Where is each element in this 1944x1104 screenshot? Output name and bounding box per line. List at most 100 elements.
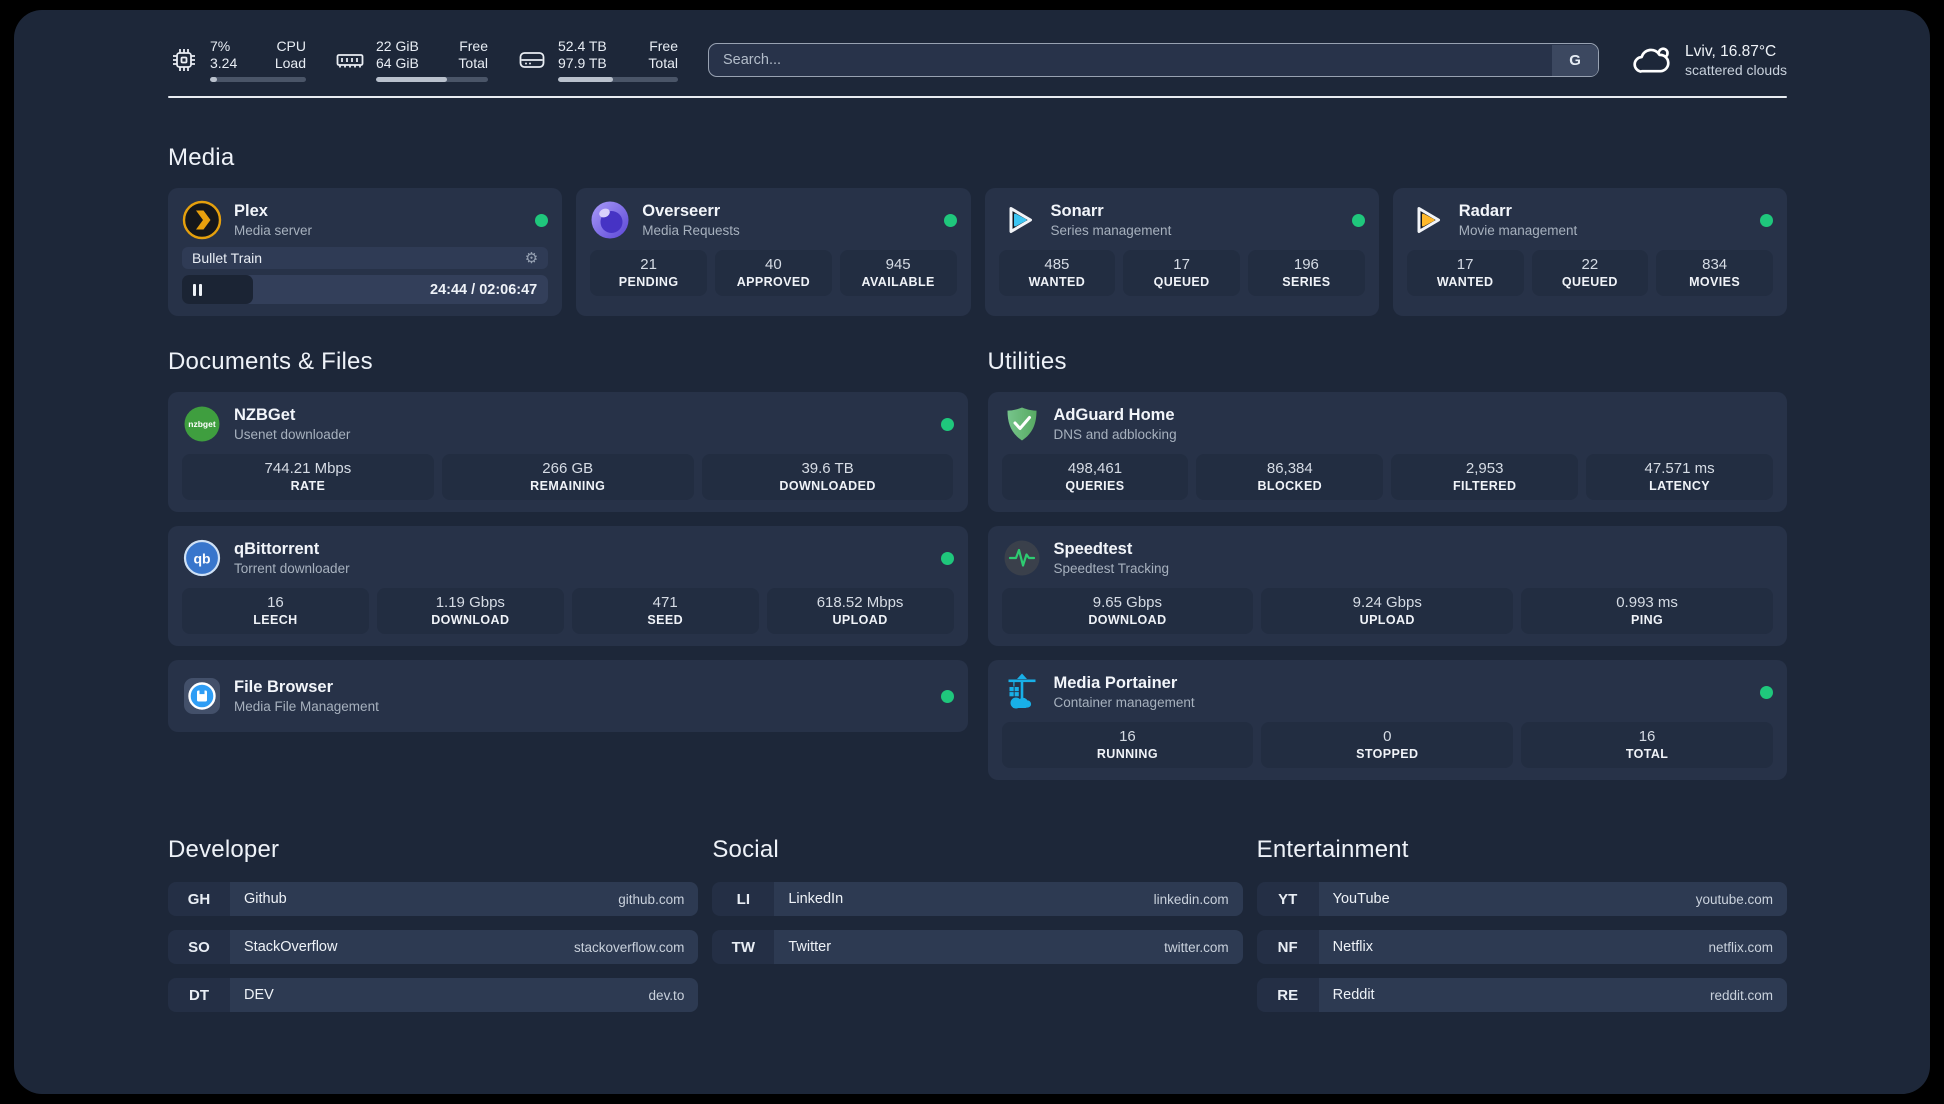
qbittorrent-logo-icon: qb bbox=[183, 539, 221, 577]
section-utilities: Utilities AdGuard Home DNS and adblockin… bbox=[987, 348, 1787, 780]
stat-stopped: 0 STOPPED bbox=[1261, 722, 1514, 768]
dashboard: 7% 3.24 CPU Load 22 GiB 64 GiB Free Tota… bbox=[14, 10, 1930, 1094]
app-card-plex[interactable]: Plex Media server Bullet Train ⚙ 24:44 /… bbox=[168, 188, 563, 316]
radarr-status-dot bbox=[1760, 213, 1773, 227]
stat-running: 16 RUNNING bbox=[1001, 722, 1254, 768]
stat-queries: 498,461 QUERIES bbox=[1001, 454, 1189, 500]
adguard-name: AdGuard Home bbox=[1053, 406, 1175, 424]
sonarr-name: Sonarr bbox=[1050, 202, 1104, 220]
radarr-desc: Movie management bbox=[1458, 223, 1578, 238]
sonarr-desc: Series management bbox=[1050, 223, 1172, 238]
bookmark-youtube[interactable]: YT YouTube youtube.com bbox=[1256, 882, 1787, 916]
qbittorrent-name: qBittorrent bbox=[234, 540, 320, 558]
stat-upload: 618.52 Mbps UPLOAD bbox=[766, 588, 954, 634]
bookmark-stackoverflow[interactable]: SO StackOverflow stackoverflow.com bbox=[168, 930, 699, 964]
memory-label-1: Free bbox=[459, 38, 488, 54]
stat-queued: 22 QUEUED bbox=[1531, 250, 1649, 296]
overseerr-status-dot bbox=[943, 213, 957, 227]
section-developer: Developer GH Github github.com SO StackO… bbox=[168, 836, 699, 1012]
portainer-name: Media Portainer bbox=[1053, 674, 1178, 692]
plex-now-playing: Bullet Train ⚙ 24:44 / 02:06:47 bbox=[182, 247, 549, 304]
weather-location-temp: Lviv, 16.87°C bbox=[1685, 42, 1777, 60]
stat-latency: 47.571 ms LATENCY bbox=[1586, 454, 1773, 500]
bookmark-netflix[interactable]: NF Netflix netflix.com bbox=[1256, 930, 1787, 964]
app-card-portainer[interactable]: Media Portainer Container management 16 … bbox=[987, 660, 1787, 780]
bookmark-linkedin[interactable]: LI LinkedIn linkedin.com bbox=[712, 882, 1243, 916]
memory-progress-fill bbox=[376, 77, 447, 82]
plex-name: Plex bbox=[234, 202, 268, 220]
search-input[interactable] bbox=[709, 52, 1553, 68]
app-card-sonarr[interactable]: Sonarr Series management 485 WANTED 17 Q… bbox=[984, 188, 1379, 316]
memory-widget: 22 GiB 64 GiB Free Total bbox=[334, 38, 488, 82]
portainer-desc: Container management bbox=[1053, 695, 1195, 710]
memory-total: 64 GiB bbox=[376, 55, 419, 71]
adguard-desc: DNS and adblocking bbox=[1053, 427, 1177, 442]
weather-condition: scattered clouds bbox=[1685, 61, 1787, 78]
filebrowser-logo-icon bbox=[184, 678, 220, 714]
stat-downloaded: 39.6 TB DOWNLOADED bbox=[701, 454, 954, 500]
cpu-label-2: Load bbox=[274, 55, 306, 71]
stat-total: 16 TOTAL bbox=[1521, 722, 1773, 768]
stat-movies: 834 MOVIES bbox=[1656, 250, 1773, 296]
entertainment-section-title: Entertainment bbox=[1256, 836, 1409, 863]
speedtest-desc: Speedtest Tracking bbox=[1053, 561, 1170, 576]
now-playing-title: Bullet Train bbox=[192, 250, 263, 266]
portainer-logo-icon bbox=[1008, 673, 1035, 709]
memory-progress-bar bbox=[376, 77, 488, 82]
svg-text:qb: qb bbox=[193, 551, 210, 567]
cpu-load: 3.24 bbox=[210, 55, 238, 71]
filebrowser-desc: Media File Management bbox=[234, 699, 379, 714]
app-card-qbittorrent[interactable]: qb qBittorrent Torrent downloader 16 LEE… bbox=[168, 526, 968, 646]
filebrowser-name: File Browser bbox=[234, 678, 334, 696]
stat-download: 9.65 Gbps DOWNLOAD bbox=[1001, 588, 1254, 634]
stat-available: 945 AVAILABLE bbox=[839, 250, 957, 296]
search-bar[interactable]: G bbox=[708, 43, 1600, 77]
disk-label-2: Total bbox=[648, 55, 678, 71]
pause-icon bbox=[193, 283, 196, 296]
bookmark-twitter[interactable]: TW Twitter twitter.com bbox=[712, 930, 1243, 964]
bookmark-github[interactable]: GH Github github.com bbox=[168, 882, 699, 916]
app-card-overseerr[interactable]: Overseerr Media Requests 21 PENDING 40 A… bbox=[576, 188, 971, 316]
app-card-speedtest[interactable]: Speedtest Speedtest Tracking 9.65 Gbps D… bbox=[987, 526, 1787, 646]
disk-total: 97.9 TB bbox=[558, 55, 607, 71]
cpu-widget: 7% 3.24 CPU Load bbox=[168, 38, 306, 82]
app-card-nzbget[interactable]: nzbget NZBGet Usenet downloader 744.21 M… bbox=[168, 392, 968, 512]
portainer-status-dot bbox=[1760, 685, 1773, 699]
top-bar: 7% 3.24 CPU Load 22 GiB 64 GiB Free Tota… bbox=[168, 10, 1787, 82]
stat-seed: 471 SEED bbox=[571, 588, 759, 634]
cloud-icon bbox=[1633, 47, 1670, 73]
disk-label-1: Free bbox=[649, 38, 678, 54]
filebrowser-status-dot bbox=[940, 689, 954, 703]
app-card-radarr[interactable]: Radarr Movie management 17 WANTED 22 QUE… bbox=[1392, 188, 1787, 316]
memory-label-2: Total bbox=[458, 55, 488, 71]
radarr-logo-icon bbox=[1417, 207, 1440, 233]
player-settings-gear-icon[interactable]: ⚙ bbox=[525, 251, 538, 266]
speedtest-logo-icon bbox=[1004, 540, 1039, 576]
stat-filtered: 2,953 FILTERED bbox=[1391, 454, 1579, 500]
overseerr-desc: Media Requests bbox=[642, 223, 740, 238]
disk-progress-fill bbox=[558, 77, 614, 82]
sonarr-logo-icon bbox=[1009, 207, 1032, 233]
qbittorrent-desc: Torrent downloader bbox=[234, 561, 350, 576]
search-engine-button[interactable]: G bbox=[1552, 44, 1599, 76]
radarr-name: Radarr bbox=[1458, 202, 1512, 220]
cpu-progress-fill bbox=[210, 77, 217, 82]
app-card-adguard[interactable]: AdGuard Home DNS and adblocking 498,461 … bbox=[987, 392, 1787, 512]
developer-section-title: Developer bbox=[168, 836, 280, 863]
section-documents: Documents & Files nzbget NZBGet Usenet d… bbox=[168, 348, 968, 780]
bookmark-dev[interactable]: DT DEV dev.to bbox=[168, 978, 699, 1012]
weather-widget[interactable]: Lviv, 16.87°C scattered clouds bbox=[1629, 43, 1787, 78]
nzbget-desc: Usenet downloader bbox=[234, 427, 351, 442]
stat-wanted: 17 WANTED bbox=[1406, 250, 1524, 296]
disk-widget: 52.4 TB 97.9 TB Free Total bbox=[516, 38, 678, 82]
documents-section-title: Documents & Files bbox=[168, 348, 373, 375]
svg-text:nzbget: nzbget bbox=[188, 419, 216, 429]
bookmark-reddit[interactable]: RE Reddit reddit.com bbox=[1256, 978, 1787, 1012]
plex-status-dot bbox=[535, 213, 549, 227]
stat-download: 1.19 Gbps DOWNLOAD bbox=[376, 588, 564, 634]
app-card-filebrowser[interactable]: File Browser Media File Management bbox=[168, 660, 968, 732]
stat-rate: 744.21 Mbps RATE bbox=[182, 454, 434, 500]
memory-free: 22 GiB bbox=[376, 38, 419, 54]
section-social: Social LI LinkedIn linkedin.com TW Twitt… bbox=[712, 836, 1243, 1012]
stat-upload: 9.24 Gbps UPLOAD bbox=[1261, 588, 1514, 634]
